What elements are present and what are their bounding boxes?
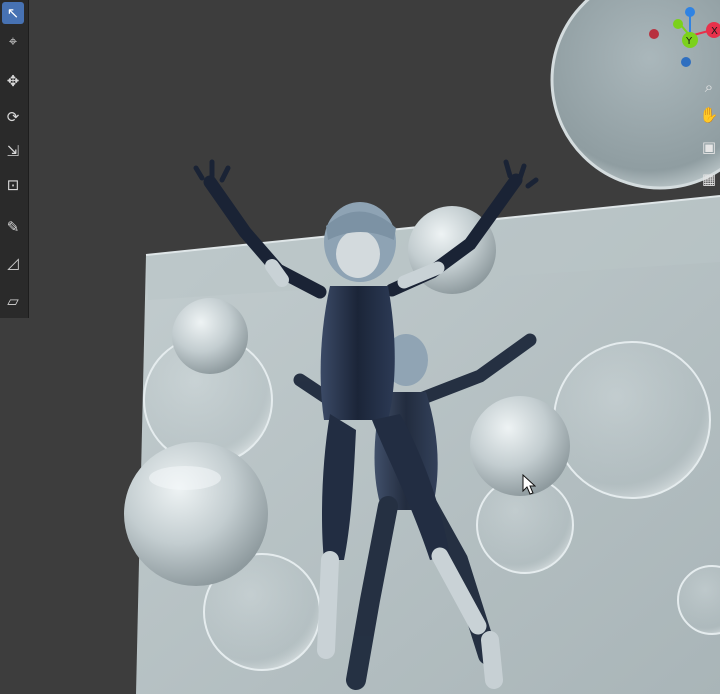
sphere — [172, 298, 248, 374]
large-bubble — [550, 0, 720, 190]
gizmo-label-y: Y — [685, 36, 693, 47]
3d-viewport[interactable]: X Y ↖ ⌖ ✥ ⟳ ⇲ ⊡ ✎ ◿ ▱ ⌕ ✋ ▣ ▦ — [0, 0, 720, 694]
crosshair-icon[interactable]: ⌖ — [2, 30, 24, 52]
cursor-arrow-icon[interactable]: ↖ — [2, 2, 24, 24]
grid-icon[interactable]: ▦ — [698, 168, 720, 190]
magnifier-icon[interactable]: ⌕ — [698, 76, 720, 98]
scene-render[interactable]: X Y — [0, 0, 720, 694]
camera-icon[interactable]: ▣ — [698, 136, 720, 158]
gizmo-axis-z[interactable] — [685, 7, 695, 17]
tool-shelf: ↖ ⌖ ✥ ⟳ ⇲ ⊡ ✎ ◿ ▱ — [0, 0, 29, 318]
cube-add-icon[interactable]: ▱ — [2, 290, 24, 312]
bubble — [553, 341, 711, 499]
move-arrows-icon[interactable]: ✥ — [2, 70, 24, 92]
mouse-cursor-icon — [522, 474, 536, 495]
sphere-highlight — [149, 466, 221, 490]
gizmo-axis-y-neg[interactable] — [673, 19, 683, 29]
gizmo-axis-neg-x[interactable] — [649, 29, 659, 39]
scale-icon[interactable]: ⇲ — [2, 140, 24, 162]
rotate-icon[interactable]: ⟳ — [2, 106, 24, 128]
pencil-icon[interactable]: ✎ — [2, 216, 24, 238]
hand-icon[interactable]: ✋ — [698, 104, 720, 126]
sphere — [124, 442, 268, 586]
ruler-icon[interactable]: ◿ — [2, 252, 24, 274]
gizmo-label-x: X — [711, 26, 718, 37]
sphere — [470, 396, 570, 496]
transform-icon[interactable]: ⊡ — [2, 174, 24, 196]
gizmo-axis-z-neg[interactable] — [681, 57, 691, 67]
